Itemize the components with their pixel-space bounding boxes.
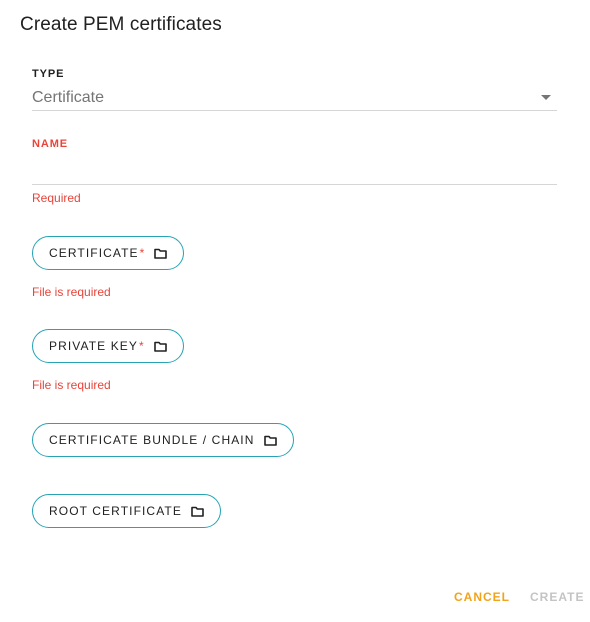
name-label: NAME <box>32 138 68 150</box>
dialog-title: Create PEM certificates <box>20 14 222 35</box>
folder-icon <box>153 341 167 352</box>
name-input[interactable] <box>32 160 557 185</box>
type-select-value: Certificate <box>32 89 105 106</box>
folder-icon <box>154 248 168 259</box>
type-label: TYPE <box>32 68 65 80</box>
folder-icon <box>263 435 277 446</box>
create-button[interactable]: CREATE <box>530 590 584 604</box>
private-key-upload-button[interactable]: PRIVATE KEY * <box>32 329 184 363</box>
certificate-error: File is required <box>32 285 111 299</box>
certificate-upload-button[interactable]: CERTIFICATE * <box>32 236 185 270</box>
root-button-label: ROOT CERTIFICATE <box>49 504 182 518</box>
private-key-error: File is required <box>32 378 111 392</box>
root-certificate-upload-button[interactable]: ROOT CERTIFICATE <box>32 494 221 528</box>
bundle-button-label: CERTIFICATE BUNDLE / CHAIN <box>49 433 255 447</box>
certificate-button-label: CERTIFICATE <box>49 246 139 260</box>
folder-icon <box>191 506 204 517</box>
cancel-button[interactable]: CANCEL <box>454 590 510 604</box>
name-error: Required <box>32 191 81 205</box>
certificate-bundle-upload-button[interactable]: CERTIFICATE BUNDLE / CHAIN <box>32 423 294 457</box>
required-marker: * <box>139 339 145 353</box>
private-key-button-label: PRIVATE KEY <box>49 339 139 353</box>
type-select[interactable]: Certificate <box>32 86 557 111</box>
required-marker: * <box>139 246 146 260</box>
create-pem-dialog: Create PEM certificates TYPE Certificate… <box>0 0 590 622</box>
caret-down-icon <box>541 95 551 100</box>
